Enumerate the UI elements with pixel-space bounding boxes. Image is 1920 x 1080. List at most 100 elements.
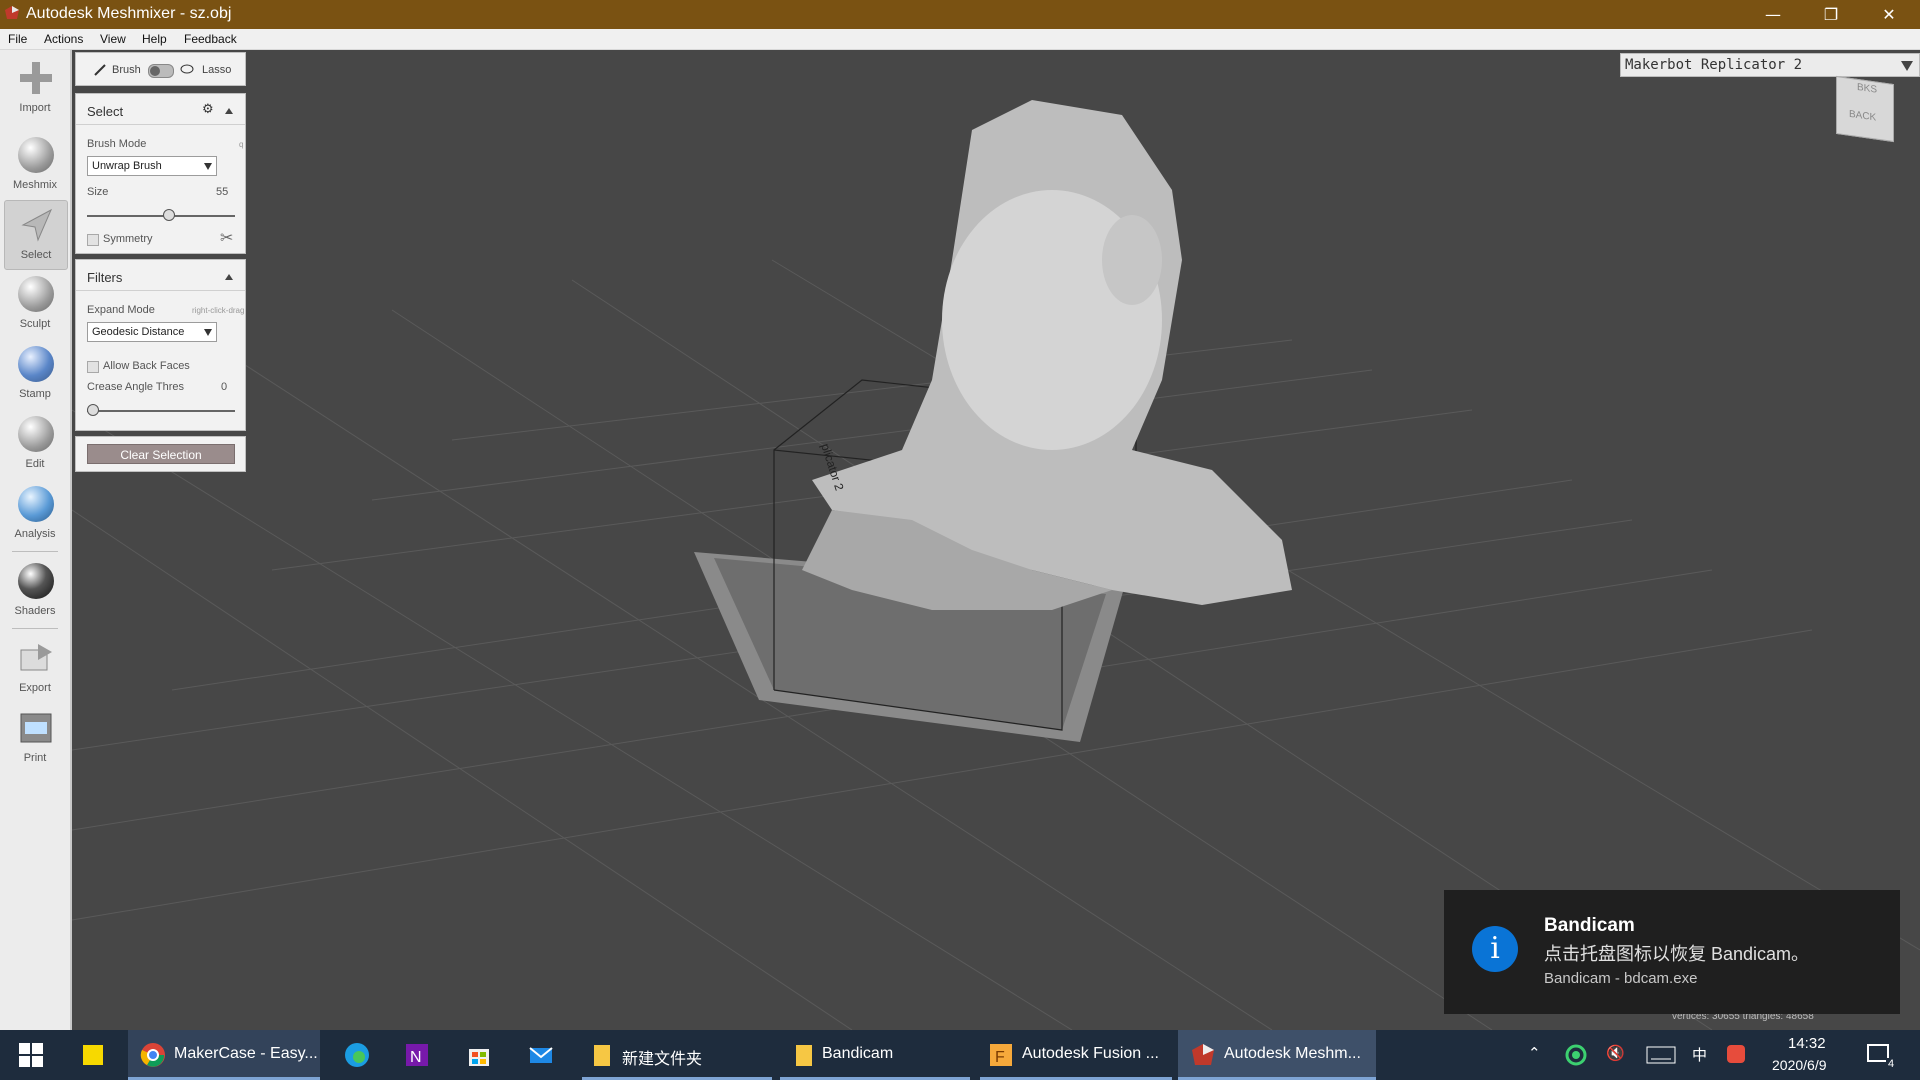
tool-analysis[interactable]: Analysis	[4, 480, 66, 548]
panel-divider	[76, 290, 245, 291]
symmetry-tool-icon[interactable]: ✂	[220, 228, 233, 247]
gear-icon[interactable]: ⚙	[202, 102, 214, 117]
select-panel: Select ⚙ Brush Mode q Unwrap Brush Size …	[75, 93, 246, 254]
meshmixer-icon	[1192, 1044, 1214, 1065]
menu-feedback[interactable]: Feedback	[184, 32, 237, 46]
lasso-label[interactable]: Lasso	[202, 64, 231, 76]
crease-angle-value: 0	[221, 381, 228, 393]
crease-slider-track[interactable]	[87, 410, 235, 412]
tool-stamp[interactable]: Stamp	[4, 340, 66, 408]
brush-mode-dropdown[interactable]: Unwrap Brush	[87, 156, 217, 176]
brush-mode-label: Brush Mode	[87, 138, 147, 150]
menu-file[interactable]: File	[8, 32, 27, 46]
onenote-icon[interactable]: N	[404, 1042, 430, 1068]
printer-value: Makerbot Replicator 2	[1625, 57, 1803, 73]
toast-message: 点击托盘图标以恢复 Bandicam。	[1544, 944, 1810, 964]
size-slider-knob[interactable]	[162, 209, 175, 221]
taskbar-app-makercase[interactable]: MakerCase - Easy...	[128, 1030, 320, 1080]
tool-import[interactable]: Import	[4, 54, 66, 122]
menu-help[interactable]: Help	[142, 32, 167, 46]
lasso-icon	[180, 64, 194, 74]
sculpt-brush-icon	[18, 276, 54, 312]
tool-meshmix[interactable]: Meshmix	[4, 131, 66, 199]
brush-label[interactable]: Brush	[112, 64, 141, 76]
collapse-arrow-icon[interactable]	[225, 108, 233, 114]
tool-sidebar: Import Meshmix Select Sculpt Stamp Edit …	[0, 50, 72, 1030]
restore-button[interactable]: ❐	[1802, 0, 1860, 29]
menu-actions[interactable]: Actions	[44, 32, 83, 46]
expand-mode-label: Expand Mode	[87, 304, 155, 316]
taskbar-app-label: Bandicam	[822, 1045, 894, 1062]
windows-start-icon[interactable]	[18, 1042, 44, 1068]
expand-mode-dropdown[interactable]: Geodesic Distance	[87, 322, 217, 342]
plus-icon	[20, 62, 52, 94]
symmetry-checkbox[interactable]	[87, 234, 99, 246]
select-panel-title: Select	[87, 104, 124, 119]
edge-icon[interactable]	[344, 1042, 370, 1068]
brush-lasso-toggle[interactable]	[148, 64, 174, 78]
printer-dropdown[interactable]: Makerbot Replicator 2	[1620, 53, 1920, 77]
taskbar-app-fusion[interactable]: F Autodesk Fusion ...	[980, 1030, 1172, 1080]
taskbar-app-meshmixer[interactable]: Autodesk Meshm...	[1178, 1030, 1376, 1080]
toolbar-divider	[12, 628, 58, 629]
tool-label: Select	[20, 249, 52, 261]
allow-back-faces-checkbox[interactable]	[87, 361, 99, 373]
stamp-icon	[18, 346, 54, 382]
menu-bar: File Actions View Help Feedback	[0, 29, 1920, 50]
toast-title: Bandicam	[1544, 915, 1635, 936]
mail-icon[interactable]	[528, 1042, 554, 1068]
notification-toast[interactable]: i Bandicam 点击托盘图标以恢复 Bandicam。 Bandicam …	[1444, 890, 1900, 1014]
sogou-ime-icon[interactable]	[1726, 1044, 1746, 1064]
store-icon[interactable]	[466, 1042, 492, 1068]
folder-icon	[796, 1045, 812, 1066]
title-bar: Autodesk Meshmixer - sz.obj — ❐ ✕	[0, 0, 1920, 29]
taskbar-app-bandicam[interactable]: Bandicam	[780, 1030, 970, 1080]
taskbar: MakerCase - Easy... N 新建文件夹 Bandicam F A…	[0, 1030, 1920, 1080]
clock-date[interactable]: 2020/6/9	[1772, 1057, 1827, 1073]
tray-status-icon[interactable]	[1565, 1044, 1587, 1066]
3d-viewport[interactable]: plicator 2	[72, 50, 1920, 1030]
keyboard-icon[interactable]	[1646, 1045, 1676, 1065]
tray-chevron-icon[interactable]: ⌃	[1528, 1044, 1541, 1062]
tool-edit[interactable]: Edit	[4, 410, 66, 478]
size-slider-track[interactable]	[87, 215, 235, 217]
panel-divider	[76, 124, 245, 125]
crease-slider-knob[interactable]	[87, 404, 99, 416]
volume-muted-icon[interactable]: 🔇	[1606, 1044, 1625, 1062]
folder-icon	[594, 1045, 610, 1066]
view-cube[interactable]: BKS BACK	[1836, 75, 1894, 143]
clock-time[interactable]: 14:32	[1788, 1035, 1826, 1052]
tool-export[interactable]: Export	[4, 634, 66, 702]
crease-angle-label: Crease Angle Thres	[87, 381, 185, 393]
sticky-notes-icon[interactable]	[80, 1042, 106, 1068]
toolbar-divider	[12, 551, 58, 552]
clear-selection-button[interactable]: Clear Selection	[87, 444, 235, 464]
filters-panel-title: Filters	[87, 270, 123, 285]
info-icon: i	[1472, 926, 1518, 972]
meshmix-sphere-icon	[18, 137, 54, 173]
taskbar-app-label: Autodesk Fusion ...	[1022, 1045, 1159, 1062]
ime-indicator[interactable]: 中	[1692, 1044, 1707, 1065]
close-button[interactable]: ✕	[1860, 0, 1918, 29]
tool-label: Export	[19, 682, 51, 694]
expand-mode-value: Geodesic Distance	[92, 326, 185, 338]
head-model[interactable]	[802, 100, 1292, 610]
tool-select[interactable]: Select	[4, 200, 68, 270]
menu-view[interactable]: View	[100, 32, 126, 46]
view-cube-back-label: BACK	[1849, 108, 1877, 124]
collapse-arrow-icon[interactable]	[225, 274, 233, 280]
filters-panel: Filters Expand Mode right-click-drag Geo…	[75, 259, 246, 431]
tool-sculpt[interactable]: Sculpt	[4, 270, 66, 338]
tool-label: Edit	[25, 458, 45, 470]
minimize-button[interactable]: —	[1744, 0, 1802, 29]
tool-shaders[interactable]: Shaders	[4, 557, 66, 625]
brush-lasso-panel: Brush Lasso	[75, 52, 246, 86]
tool-label: Meshmix	[12, 179, 57, 191]
chevron-down-icon	[204, 163, 212, 170]
allow-back-faces-label: Allow Back Faces	[103, 360, 190, 372]
analysis-sphere-icon	[18, 486, 54, 522]
taskbar-app-folder-new[interactable]: 新建文件夹	[582, 1030, 772, 1080]
shader-sphere-icon	[18, 563, 54, 599]
tool-print[interactable]: Print	[4, 704, 66, 772]
chevron-down-icon	[1901, 61, 1913, 71]
